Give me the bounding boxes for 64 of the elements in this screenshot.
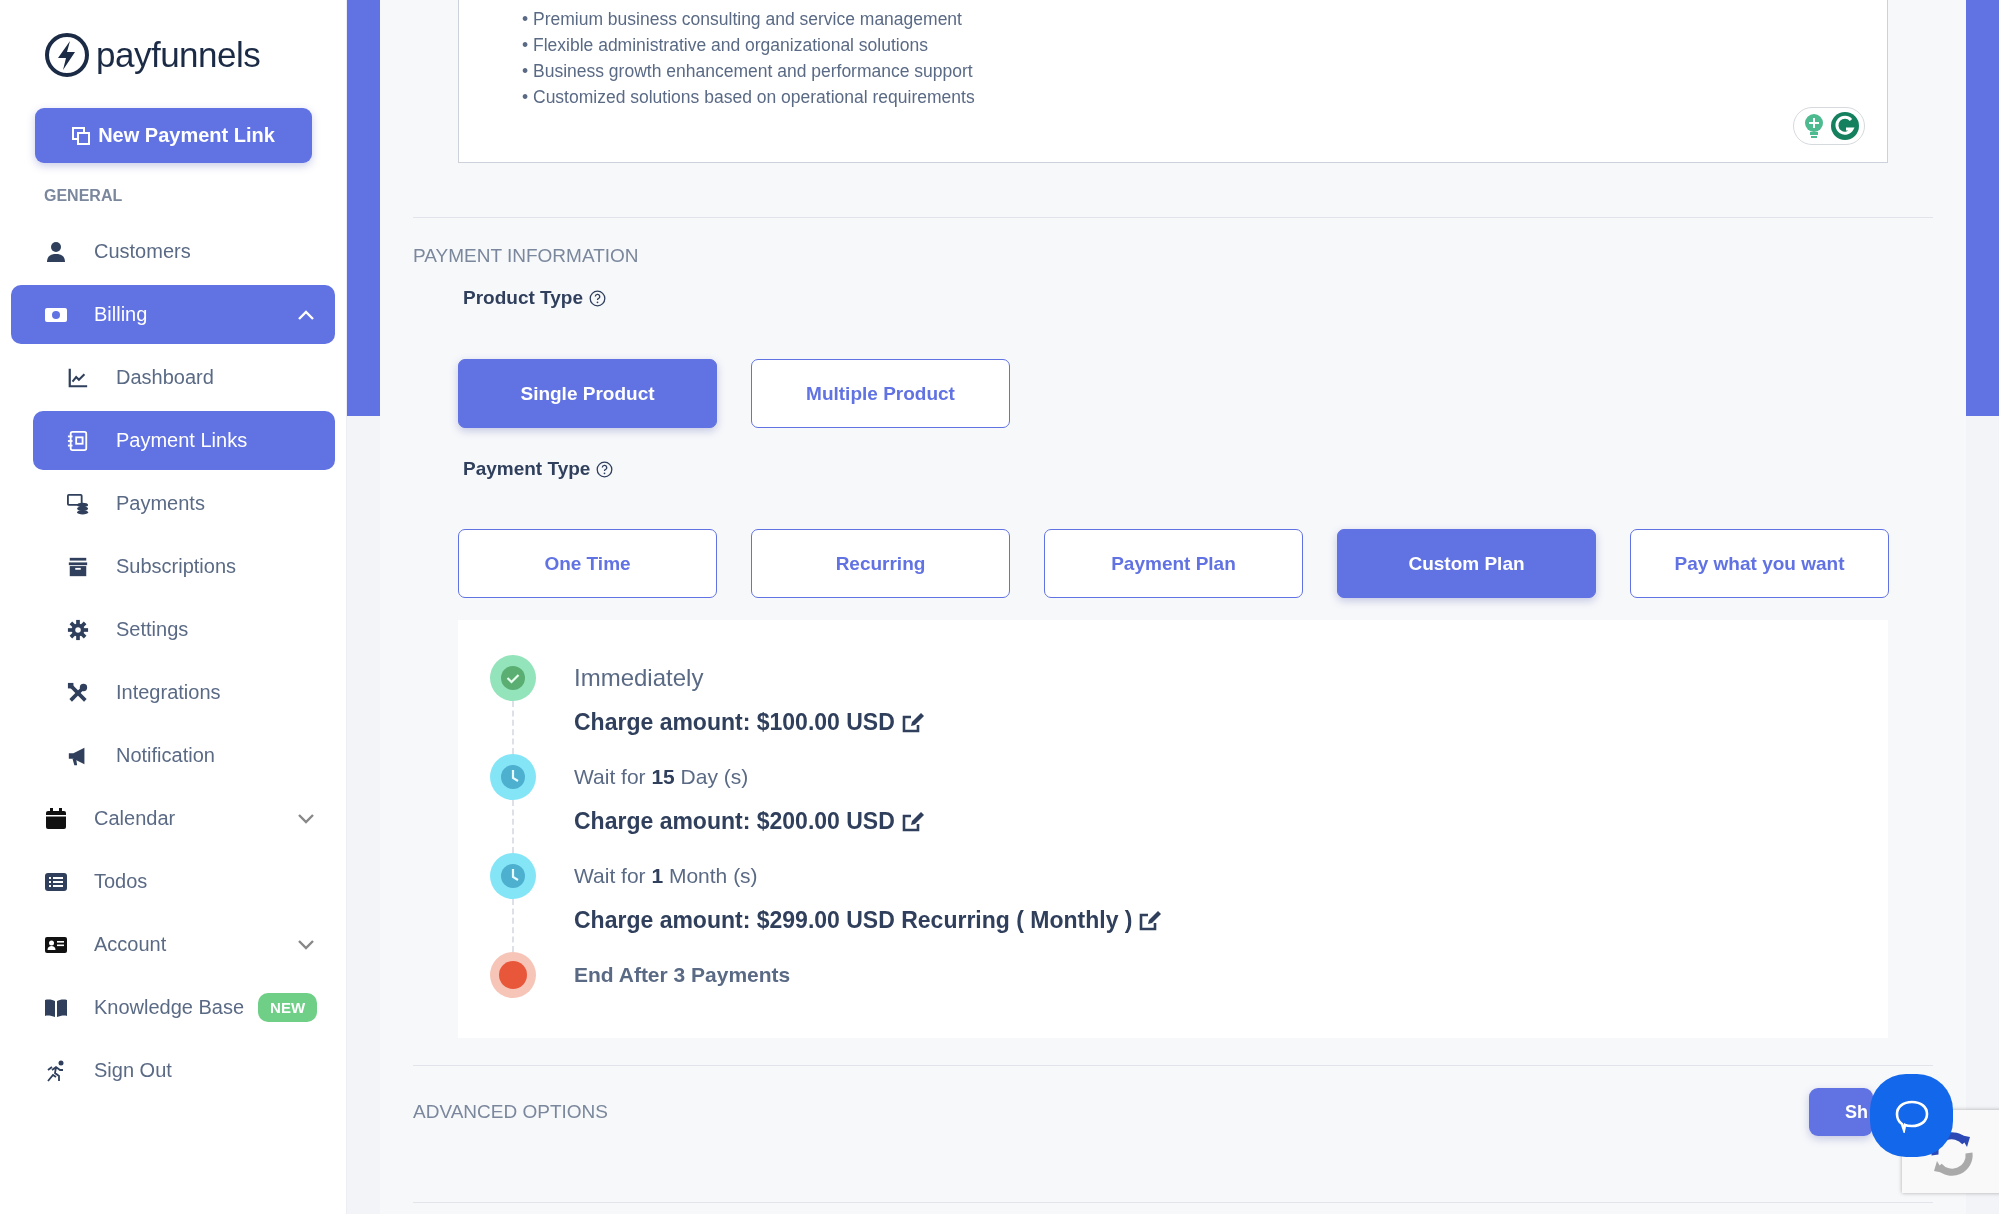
option-button[interactable]: Recurring (751, 529, 1010, 598)
sidebar-item[interactable]: Sign Out (11, 1041, 335, 1100)
sidebar-subitem[interactable]: Dashboard (33, 348, 335, 407)
bullet-item: • Customized solutions based on operational requirements (522, 86, 976, 109)
sidebar-subitem[interactable]: Settings (33, 600, 335, 659)
sidebar-item[interactable]: Calendar (11, 789, 335, 848)
description-field[interactable] (458, 0, 1888, 163)
sidebar-item[interactable]: Customers (11, 222, 335, 281)
section-heading: PAYMENT INFORMATION (413, 245, 640, 267)
clock-icon (490, 754, 536, 800)
sidebar-item[interactable]: Billing (11, 285, 335, 344)
new-badge: NEW (258, 993, 318, 1022)
bullet-item: • Premium business consulting and service management (522, 8, 963, 31)
option-button[interactable]: One Time (458, 529, 717, 598)
show-button[interactable]: Sh (1809, 1088, 1873, 1136)
assistant-widget[interactable] (1793, 107, 1865, 145)
sidebar-subitem[interactable]: Integrations (33, 663, 335, 722)
step-title: Wait for 15 Day (s) (574, 764, 750, 790)
logo-text: payfunnels (96, 35, 261, 75)
check-circle-icon (490, 655, 536, 701)
help-icon (596, 460, 614, 478)
sidebar-item[interactable]: Knowledge Base NEW (11, 978, 335, 1037)
edit-icon (900, 710, 925, 735)
help-icon (589, 289, 606, 307)
step-title: Wait for 1 Month (s) (574, 863, 759, 889)
edit-icon (1138, 908, 1163, 933)
bullet-item: • Business growth enhancement and performance support (522, 60, 974, 83)
charge-amount: Charge amount: $200.00 USD (574, 808, 895, 835)
copy-icon (72, 126, 91, 145)
charge-amount: Charge amount: $100.00 USD (574, 709, 895, 736)
step-title: Immediately (574, 663, 705, 693)
sidebar-item[interactable]: Todos (11, 852, 335, 911)
field-label: Payment Type (463, 458, 591, 480)
edit-icon (900, 809, 925, 834)
speech-bubble-icon (1893, 1098, 1930, 1133)
option-button[interactable]: Multiple Product (751, 359, 1010, 428)
sidebar-subitem[interactable]: Notification (33, 726, 335, 785)
tools-icon (66, 681, 90, 704)
bullet-item: • Flexible administrative and organizational solutions (522, 34, 929, 57)
sidebar-subitem[interactable]: Payments (33, 474, 335, 533)
new-payment-link-button[interactable]: New Payment Link (35, 108, 312, 163)
notebook-icon (66, 429, 90, 452)
option-button[interactable]: Custom Plan (1337, 529, 1596, 598)
lightning-logo-icon (44, 32, 90, 78)
option-button[interactable]: Pay what you want (1630, 529, 1889, 598)
option-button[interactable]: Single Product (458, 359, 717, 428)
sidebar-item[interactable]: Account (11, 915, 335, 974)
step-title: End After 3 Payments (574, 962, 791, 988)
line-chart-icon (66, 366, 90, 389)
section-heading: ADVANCED OPTIONS (413, 1101, 608, 1123)
section-label: GENERAL (44, 187, 124, 206)
sidebar-subitem[interactable]: Subscriptions (33, 537, 335, 596)
stop-dot-icon (490, 952, 536, 998)
charge-amount: Charge amount: $299.00 USD Recurring ( Monthly ) (574, 907, 1133, 934)
clock-icon (490, 853, 536, 899)
option-button[interactable]: Payment Plan (1044, 529, 1303, 598)
sidebar-subitem[interactable]: Payment Links (33, 411, 335, 470)
calendar-icon (44, 806, 68, 831)
user-icon (44, 239, 68, 264)
money-stack-icon (66, 492, 90, 515)
archive-box-icon (66, 555, 90, 578)
settings-icon (66, 618, 90, 641)
field-label: Product Type (463, 287, 583, 309)
lightbulb-icon (1804, 113, 1824, 139)
